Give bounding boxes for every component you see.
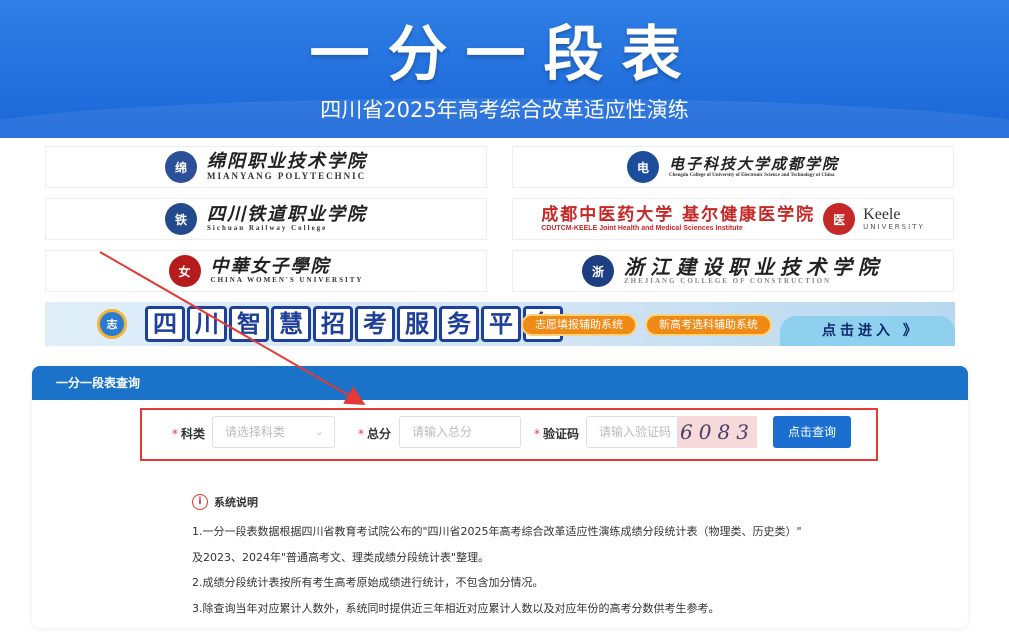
info-icon: i [192,494,208,510]
system-notes: i 系统说明 [192,494,258,510]
school-seal-icon: 电 [626,151,659,183]
enter-platform-button[interactable]: 点击进入 》 [780,316,955,346]
chevron-down-icon: ⌄ [314,425,324,438]
subject-label: * 科类 [172,427,206,441]
logo-cn-name: 成都中医药大学 基尔健康医学院 [541,204,816,225]
logo-uestc-chengdu[interactable]: 电 电子科技大学成都学院 Chengdu College of Universi… [512,146,954,188]
note-line: 2.成绩分段统计表按所有考生高考原始成绩进行统计，不包含加分情况。 [192,576,544,589]
banner-title-char: 务 [439,306,479,342]
score-label: * 总分 [358,427,392,441]
hero-banner: 一分一段表 四川省2025年高考综合改革适应性演练 [0,0,1009,138]
panel-title: 一分一段表查询 [32,366,968,400]
logo-en-name: Sichuan Railway College [207,224,328,233]
banner-title-char: 考 [355,306,395,342]
keele-name: Keele [863,206,901,224]
banner-title-char: 四 [145,306,185,342]
logo-cn-name: 四川铁道职业学院 [207,204,367,226]
captcha-placeholder: 请输入验证码 [599,425,672,439]
note-line: 1.一分一段表数据根据四川省教育考试院公布的"四川省2025年高考综合改革适应性… [192,525,802,538]
logo-cdutcm-keele[interactable]: 成都中医药大学 基尔健康医学院 CDUTCM-KEELE Joint Healt… [512,198,954,240]
school-seal-icon: 浙 [582,255,614,287]
score-placeholder: 请输入总分 [412,425,473,439]
volunteer-assist-button[interactable]: 志愿填报辅助系统 [521,314,637,336]
logo-cn-name: 绵阳职业技术学院 [207,151,367,173]
school-seal-icon: 铁 [165,203,197,235]
logo-sichuan-railway[interactable]: 铁 四川铁道职业学院 Sichuan Railway College [45,198,487,240]
logo-cn-name: 中華女子學院 [210,256,331,278]
logo-en-name: CDUTCM-KEELE Joint Health and Medical Sc… [541,224,743,232]
logo-zhejiang-construction[interactable]: 浙 浙江建设职业技术学院 ZHEJIANG COLLEGE OF CONSTRU… [512,250,954,292]
subject-selection-assist-button[interactable]: 新高考选科辅助系统 [645,314,772,336]
submit-query-button[interactable]: 点击查询 [773,416,851,448]
logo-cn-name: 电子科技大学成都学院 [668,155,839,173]
school-seal-icon: 绵 [165,151,197,183]
logo-en-name: ZHEJIANG COLLEGE OF CONSTRUCTION [624,277,832,286]
smart-admission-banner[interactable]: 志 四 川 智 慧 招 考 服 务 平 台 志愿填报辅助系统 新高考选科辅助系统… [45,302,955,346]
school-seal-icon: 女 [168,255,201,287]
platform-badge-icon: 志 [97,309,127,339]
note-line: 及2023、2024年"普通高考文、理类成绩分段统计表"整理。 [192,551,490,564]
captcha-input[interactable]: 请输入验证码 [586,416,678,448]
captcha-image[interactable]: 6083 [678,416,757,448]
note-line: 3.除查询当年对应累计人数外，系统同时提供近三年相近对应累计人数以及对应年份的高… [192,602,720,615]
subject-select[interactable]: 请选择科类 ⌄ [212,416,335,448]
banner-title-char: 慧 [271,306,311,342]
hero-title: 一分一段表 [309,20,700,90]
banner-title-char: 智 [229,306,269,342]
school-seal-icon: 医 [823,203,856,235]
captcha-label: * 验证码 [534,427,580,441]
logo-mianyang-polytechnic[interactable]: 绵 绵阳职业技术学院 MIANYANG POLYTECHNIC [45,146,487,188]
logo-cn-name: 浙江建设职业技术学院 [624,255,884,280]
subject-placeholder: 请选择科类 [225,425,286,439]
logo-china-womens-university[interactable]: 女 中華女子學院 CHINA WOMEN'S UNIVERSITY [45,250,487,292]
keele-sub: UNIVERSITY [863,222,925,231]
logo-en-name: CHINA WOMEN'S UNIVERSITY [210,276,364,285]
banner-title-char: 招 [313,306,353,342]
banner-title-char: 服 [397,306,437,342]
banner-title-char: 平 [481,306,521,342]
logo-en-name: MIANYANG POLYTECHNIC [207,170,367,181]
hero-subtitle: 四川省2025年高考综合改革适应性演练 [320,98,689,122]
logo-en-name: Chengdu College of University of Electro… [668,172,835,178]
banner-title-char: 川 [187,306,227,342]
banner-title: 四 川 智 慧 招 考 服 务 平 台 [145,306,563,342]
score-input[interactable]: 请输入总分 [399,416,521,448]
notes-heading: i 系统说明 [192,494,258,510]
